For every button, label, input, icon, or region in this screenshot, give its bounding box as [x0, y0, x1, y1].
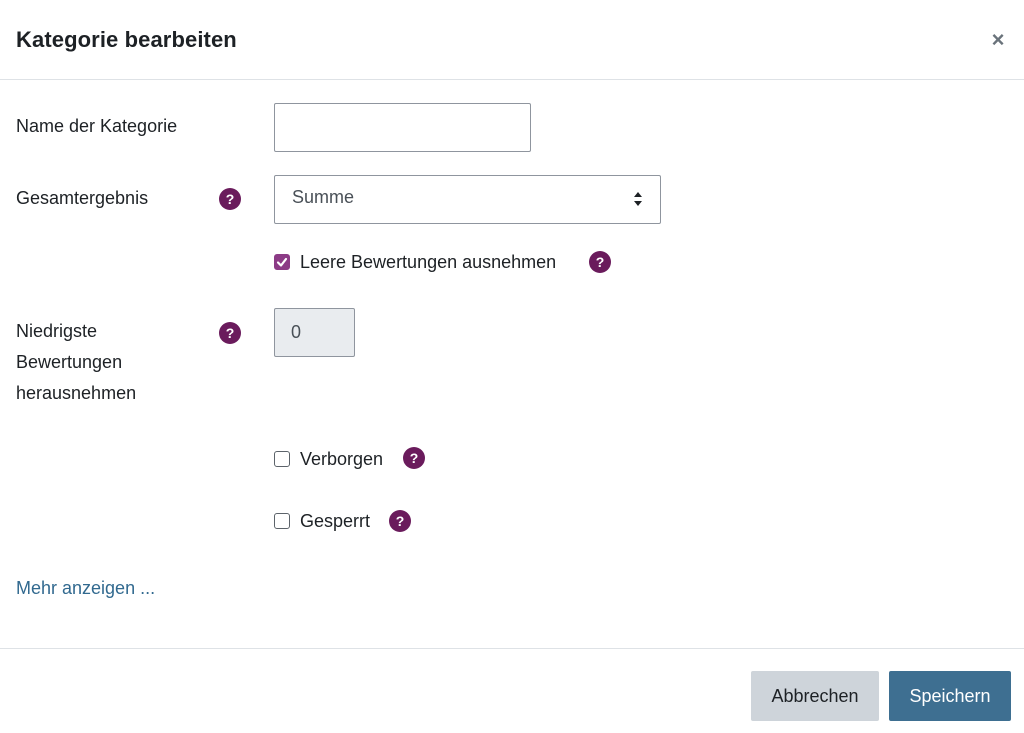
hidden-checkbox-row[interactable]: Verborgen — [274, 446, 394, 474]
exclude-empty-label: Leere Bewertungen ausnehmen — [300, 252, 557, 272]
modal-header: Kategorie bearbeiten × — [0, 0, 1024, 80]
checkmark-icon — [276, 257, 288, 267]
help-icon-glyph: ? — [395, 513, 405, 529]
locked-help-icon[interactable]: ? — [389, 510, 411, 532]
drop-lowest-help-icon[interactable]: ? — [219, 322, 241, 344]
help-icon-glyph: ? — [595, 254, 605, 270]
exclude-empty-checkbox[interactable] — [274, 254, 290, 270]
exclude-empty-checkbox-row[interactable]: Leere Bewertungen ausnehmen — [274, 249, 614, 277]
show-more-link[interactable]: Mehr anzeigen ... — [16, 578, 155, 599]
sort-arrows-icon — [634, 192, 642, 206]
aggregation-select[interactable]: Summe — [274, 175, 661, 224]
hidden-checkbox[interactable] — [274, 451, 290, 467]
help-icon-glyph: ? — [225, 325, 235, 341]
locked-checkbox-row[interactable]: Gesperrt — [274, 508, 384, 536]
locked-label: Gesperrt — [300, 511, 371, 531]
save-button[interactable]: Speichern — [889, 671, 1011, 721]
close-button[interactable]: × — [986, 26, 1010, 54]
aggregation-label: Gesamtergebnis — [16, 188, 149, 208]
modal-title: Kategorie bearbeiten — [16, 27, 237, 52]
help-icon-glyph: ? — [225, 191, 235, 207]
exclude-empty-help-icon[interactable]: ? — [589, 251, 611, 273]
hidden-label: Verborgen — [300, 449, 384, 469]
drop-lowest-label-line3: herausnehmen — [16, 383, 137, 403]
aggregation-select-value: Summe — [292, 187, 355, 207]
drop-lowest-input[interactable]: 0 — [274, 308, 355, 357]
modal-footer: Abbrechen Speichern — [0, 648, 1024, 733]
locked-checkbox[interactable] — [274, 513, 290, 529]
hidden-help-icon[interactable]: ? — [403, 447, 425, 469]
drop-lowest-label-line1: Niedrigste — [16, 321, 98, 341]
category-name-input[interactable] — [274, 103, 531, 152]
aggregation-help-icon[interactable]: ? — [219, 188, 241, 210]
drop-lowest-label-line2: Bewertungen — [16, 352, 123, 372]
cancel-button[interactable]: Abbrechen — [751, 671, 879, 721]
close-icon: × — [991, 27, 1005, 52]
category-name-label: Name der Kategorie — [16, 116, 178, 136]
help-icon-glyph: ? — [409, 450, 419, 466]
edit-category-dialog: Kategorie bearbeiten × Name der Kategori… — [0, 0, 1024, 733]
